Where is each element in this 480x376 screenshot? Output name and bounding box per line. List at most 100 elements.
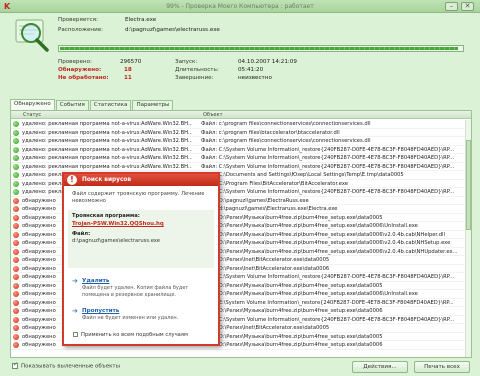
row-object: Файл: D:\Релиз\Музыка\burn4free.zip\burn… bbox=[201, 248, 458, 255]
row-object: Файл: c:\program files\connectionservice… bbox=[201, 121, 371, 127]
unprocessed-value: 11 bbox=[124, 75, 132, 81]
status-ok-icon bbox=[13, 180, 19, 187]
status-threat-icon bbox=[13, 197, 19, 204]
duration-label: Длительность: bbox=[175, 67, 219, 73]
minimize-button[interactable]: – bbox=[445, 2, 458, 11]
checked-label: Проверено: bbox=[58, 59, 92, 65]
row-object: Файл: C:\System Volume Information\_rest… bbox=[201, 316, 455, 323]
status-threat-icon bbox=[13, 223, 19, 229]
status-ok-icon bbox=[13, 163, 19, 170]
delete-description: Файл будет удален. Копия файла будет пом… bbox=[82, 285, 189, 298]
checked-value: 296570 bbox=[120, 59, 142, 65]
print-all-button[interactable]: Печать всех bbox=[414, 361, 470, 373]
status-ok-icon bbox=[13, 155, 19, 161]
scanning-value: Electra.exe bbox=[125, 17, 157, 23]
status-threat-icon bbox=[13, 308, 19, 314]
file-label: Файл: bbox=[72, 231, 91, 237]
footer-bar: Показывать вылеченные объекты Действия..… bbox=[0, 359, 480, 376]
status-ok-icon bbox=[13, 172, 19, 178]
column-status[interactable]: Статус bbox=[23, 112, 41, 118]
row-object: Файл: D:\Релиз\Музыка\burn4free.zip\burn… bbox=[201, 308, 383, 314]
row-status: удалено: рекламная программа not-a-virus… bbox=[22, 155, 192, 161]
row-object: Файл: D:\Релиз\Inet\BitAccelerator.exe\d… bbox=[201, 325, 330, 331]
progress-fill bbox=[60, 47, 458, 50]
threat-info-box: Троянская программа: Trojan-PSW.Win32.QQ… bbox=[68, 210, 214, 268]
row-object: Файл: D:\Релиз\Музыка\burn4free.zip\burn… bbox=[201, 342, 383, 348]
show-cured-label: Показывать вылеченные объекты bbox=[21, 363, 120, 370]
apply-to-all-label: Применить ко всем подобным случаям bbox=[81, 332, 188, 338]
delete-action[interactable]: ➔ Удалить Файл будет удален. Копия файла… bbox=[72, 278, 210, 298]
skip-action[interactable]: ➔ Пропустить Файл не будет изменен или у… bbox=[72, 308, 210, 328]
detected-value: 18 bbox=[124, 67, 132, 73]
table-row[interactable]: удалено: рекламная программа not-a-virus… bbox=[11, 137, 466, 146]
table-row[interactable]: удалено: рекламная программа not-a-virus… bbox=[11, 154, 466, 163]
scrollbar-thumb[interactable] bbox=[466, 140, 471, 230]
dialog-description: Файл содержит троянскую программу. Лечен… bbox=[72, 191, 205, 204]
vertical-scrollbar[interactable] bbox=[465, 120, 471, 357]
row-object: Файл: c:\program files\btaccelerator\bta… bbox=[201, 129, 340, 136]
row-object: Файл: C:\Program Files\BitAccelerator\Bi… bbox=[201, 180, 348, 187]
status-threat-icon bbox=[13, 342, 19, 348]
row-status: удалено: рекламная программа not-a-virus… bbox=[22, 138, 192, 144]
threat-name-link[interactable]: Trojan-PSW.Win32.QQShou.hq bbox=[72, 220, 210, 228]
table-row[interactable]: удалено: рекламная программа not-a-virus… bbox=[11, 146, 466, 154]
tab-parameters[interactable]: Параметры bbox=[132, 100, 174, 110]
unprocessed-label: Не обработано: bbox=[58, 75, 109, 81]
dialog-title: Поиск вирусов bbox=[82, 177, 132, 183]
status-threat-icon bbox=[13, 316, 19, 323]
row-object: Файл: D:\Релиз\Музыка\burn4free.zip\burn… bbox=[201, 282, 383, 289]
tab-events[interactable]: События bbox=[55, 100, 89, 110]
status-threat-icon bbox=[13, 333, 19, 340]
table-row[interactable]: удалено: рекламная программа not-a-virus… bbox=[11, 120, 466, 129]
virus-alert-dialog: ! Поиск вирусов Файл содержит троянскую … bbox=[62, 172, 220, 346]
duration-value: 05:41:20 bbox=[238, 67, 264, 73]
table-row[interactable]: удалено: рекламная программа not-a-virus… bbox=[11, 163, 466, 171]
row-object: Файл: E:\System Volume Information\_rest… bbox=[201, 299, 454, 306]
status-threat-icon bbox=[13, 282, 19, 289]
row-object: Файл: D:\Релиз\Inet\BitAccelerator.exe\d… bbox=[201, 265, 330, 272]
close-button[interactable]: ✕ bbox=[461, 2, 474, 11]
actions-button[interactable]: Действия... bbox=[352, 361, 408, 373]
delete-link[interactable]: Удалить bbox=[82, 278, 210, 285]
row-object: Файл: C:\System Volume Information\_rest… bbox=[201, 146, 455, 153]
row-object: Файл: C:\System Volume Information\_rest… bbox=[201, 189, 455, 195]
checkbox-box[interactable] bbox=[73, 332, 78, 337]
status-threat-icon bbox=[13, 214, 19, 221]
row-object: Файл: c:\program files\connectionservice… bbox=[201, 138, 371, 144]
detected-label: Обнаружено: bbox=[58, 67, 102, 73]
status-threat-icon bbox=[13, 265, 19, 272]
status-ok-icon bbox=[13, 129, 19, 136]
row-object: Файл: D:\Релиз\Музыка\burn4free.zip\burn… bbox=[201, 240, 451, 246]
skip-link[interactable]: Пропустить bbox=[82, 308, 210, 315]
row-object: Файл: d:\pagnuzl\games\Electraruss.exe\E… bbox=[201, 206, 338, 212]
start-label: Запуск: bbox=[175, 59, 198, 65]
status-threat-icon bbox=[13, 299, 19, 306]
table-row[interactable]: удалено: рекламная программа not-a-virus… bbox=[11, 129, 466, 137]
tab-statistics[interactable]: Статистика bbox=[89, 100, 132, 110]
row-object: Файл: D:\Релиз\Музыка\burn4free.zip\burn… bbox=[201, 214, 383, 221]
scanning-label: Проверяется: bbox=[58, 17, 98, 23]
status-threat-icon bbox=[13, 257, 19, 263]
row-object: Файл: C:\System Volume Information\_rest… bbox=[201, 163, 455, 170]
row-object: Файл: C:\System Volume Information\_rest… bbox=[201, 155, 455, 161]
tab-detected[interactable]: Обнаружено bbox=[10, 99, 55, 110]
status-ok-icon bbox=[13, 138, 19, 144]
scan-progress-bar bbox=[58, 45, 464, 52]
apply-to-all-checkbox[interactable]: Применить ко всем подобным случаям bbox=[73, 332, 188, 338]
warning-icon: ! bbox=[67, 175, 77, 185]
finish-value: неизвестно bbox=[238, 75, 272, 81]
row-object: Файл: D:\Релиз\Музыка\burn4free.zip\burn… bbox=[201, 291, 418, 297]
checkbox-checked[interactable] bbox=[12, 361, 18, 369]
arrow-right-icon: ➔ bbox=[72, 307, 78, 315]
row-object: Файл: D:\Релиз\Музыка\burn4free.zip\burn… bbox=[201, 333, 383, 340]
location-label: Расположение: bbox=[58, 27, 104, 33]
status-threat-icon bbox=[13, 248, 19, 255]
row-status: удалено: рекламная программа not-a-virus… bbox=[22, 163, 192, 170]
show-cured-checkbox[interactable]: Показывать вылеченные объекты bbox=[12, 361, 120, 370]
finish-label: Завершение: bbox=[175, 75, 214, 81]
status-ok-icon bbox=[13, 189, 19, 195]
magnifier-scan-icon bbox=[15, 19, 49, 52]
row-object: Файл: C:\Documents and Settings\Юзер\Loc… bbox=[201, 172, 404, 178]
column-object[interactable]: Объект bbox=[203, 112, 223, 118]
kaspersky-logo-icon: K bbox=[4, 2, 11, 11]
